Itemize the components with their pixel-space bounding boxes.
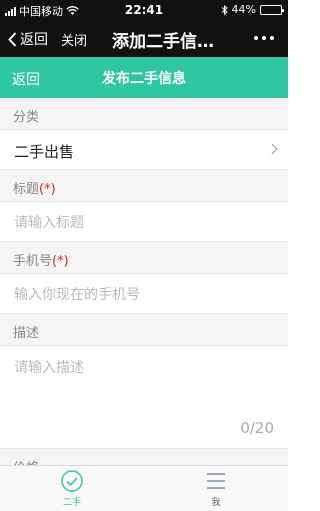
title-row bbox=[0, 202, 288, 242]
nav-back-button[interactable]: 返回 bbox=[8, 29, 48, 49]
battery-icon bbox=[260, 4, 284, 15]
page-header: 返回 发布二手信息 bbox=[0, 57, 288, 98]
nav-title: 添加二手信… bbox=[112, 32, 214, 52]
category-label: 分类 bbox=[0, 98, 288, 130]
title-label: 标题(*) bbox=[0, 170, 288, 202]
description-label: 描述 bbox=[0, 314, 288, 346]
more-icon[interactable] bbox=[254, 36, 274, 40]
category-value: 二手出售 bbox=[14, 143, 75, 161]
chevron-left-icon bbox=[8, 31, 17, 47]
bluetooth-icon bbox=[221, 4, 228, 15]
post-form: 分类 二手出售 标题(*) 手机号(*) 描述 0/20 价格 bbox=[0, 98, 288, 481]
phone-label: 手机号(*) bbox=[0, 242, 288, 274]
phone-input[interactable] bbox=[14, 287, 274, 303]
page-title: 发布二手信息 bbox=[102, 71, 186, 87]
category-select[interactable]: 二手出售 bbox=[0, 130, 288, 170]
title-input[interactable] bbox=[14, 215, 274, 231]
char-counter: 0/20 bbox=[240, 419, 274, 437]
menu-icon bbox=[207, 473, 225, 489]
description-input[interactable] bbox=[14, 357, 274, 417]
tab-me[interactable]: 我 bbox=[144, 470, 288, 508]
tab-me-label: 我 bbox=[211, 498, 221, 508]
phone-row bbox=[0, 274, 288, 314]
description-row: 0/20 bbox=[0, 346, 288, 449]
nav-close-button[interactable]: 关闭 bbox=[61, 30, 87, 49]
nav-bar: 返回 关闭 添加二手信… bbox=[0, 20, 288, 57]
required-mark: (*) bbox=[52, 254, 69, 269]
required-mark: (*) bbox=[39, 182, 56, 197]
nav-back-label: 返回 bbox=[20, 32, 48, 48]
check-circle-icon bbox=[61, 470, 83, 492]
status-right: 44% bbox=[221, 3, 284, 16]
tab-secondhand-label: 二手 bbox=[62, 498, 81, 508]
status-bar: 中国移动 22:41 44% bbox=[0, 0, 288, 20]
chevron-right-icon bbox=[266, 143, 278, 155]
tab-secondhand[interactable]: 二手 bbox=[0, 470, 144, 508]
tab-bar: 二手 我 bbox=[0, 465, 288, 511]
battery-percent: 44% bbox=[231, 3, 256, 16]
